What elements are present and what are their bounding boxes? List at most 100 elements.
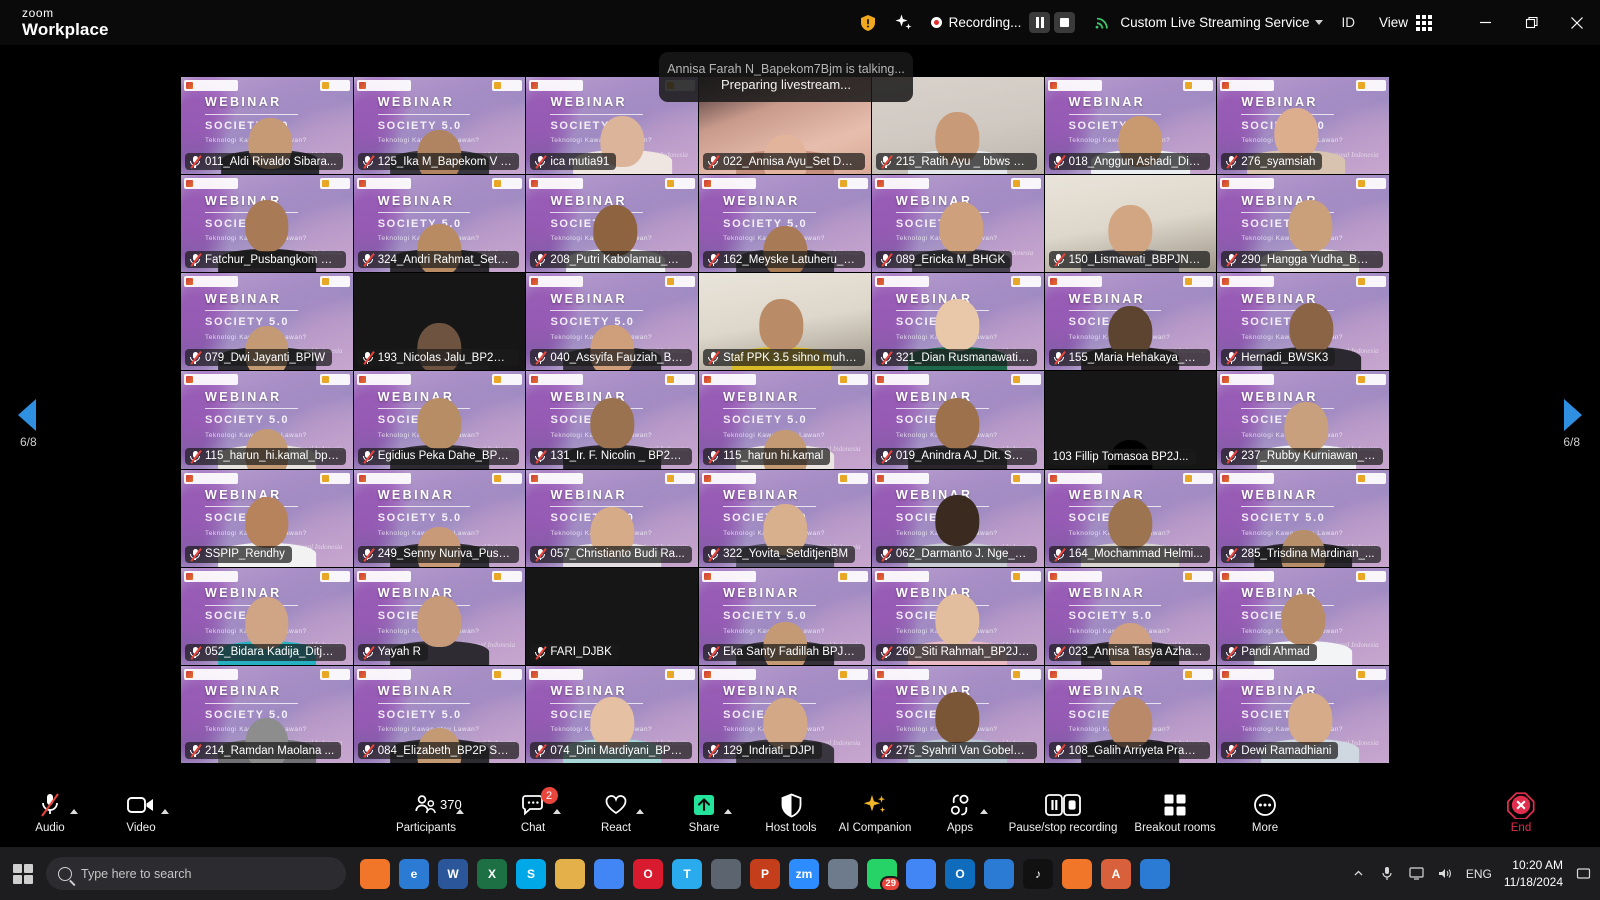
excel-taskbar-icon[interactable]: X xyxy=(477,858,507,889)
react-chevron-up-icon[interactable] xyxy=(636,809,644,814)
stop-recording-icon[interactable] xyxy=(1054,12,1076,33)
tray-clock[interactable]: 10:20 AM 11/18/2024 xyxy=(1504,857,1563,889)
participant-tile[interactable]: WEBINARSOCIETY 5.0Teknologi Kawan atau L… xyxy=(871,273,1044,371)
participant-tile[interactable]: WEBINARSOCIETY 5.0Teknologi Kawan atau L… xyxy=(181,175,353,273)
view-switcher[interactable]: View xyxy=(1379,14,1432,31)
participant-tile[interactable]: WEBINARSOCIETY 5.0Teknologi Kawan atau L… xyxy=(1044,273,1217,371)
chrome-2-taskbar-icon[interactable] xyxy=(906,858,936,889)
share-button[interactable]: Share xyxy=(662,791,746,843)
chrome-taskbar-icon[interactable] xyxy=(594,858,624,889)
react-button[interactable]: React xyxy=(574,791,658,843)
participant-tile[interactable]: WEBINARSOCIETY 5.0Teknologi Kawan atau L… xyxy=(181,469,353,567)
participant-tile[interactable]: WEBINARSOCIETY 5.0Teknologi Kawan atau L… xyxy=(1217,273,1389,371)
audio-button[interactable]: Audio xyxy=(8,791,92,843)
edge-3-taskbar-icon[interactable] xyxy=(1140,858,1170,889)
tray-language-label[interactable]: ENG xyxy=(1466,867,1492,881)
skype-taskbar-icon[interactable]: S xyxy=(516,858,546,889)
participant-tile[interactable]: WEBINARSOCIETY 5.0Teknologi Kawan atau L… xyxy=(1217,77,1389,175)
zoom-taskbar-icon[interactable]: zm xyxy=(789,858,819,889)
restore-icon[interactable] xyxy=(1508,0,1554,45)
participant-tile[interactable]: WEBINARSOCIETY 5.0Teknologi Kawan atau L… xyxy=(699,469,871,567)
shield-warning-icon[interactable] xyxy=(860,14,876,32)
participant-tile[interactable]: WEBINARSOCIETY 5.0Teknologi Kawan atau L… xyxy=(181,273,353,371)
pause-recording-icon[interactable] xyxy=(1029,12,1051,33)
telegram-taskbar-icon[interactable]: T xyxy=(672,858,702,889)
participant-tile[interactable]: WEBINARSOCIETY 5.0Teknologi Kawan atau L… xyxy=(871,665,1044,763)
windows-start-icon[interactable] xyxy=(0,863,46,884)
outlook-taskbar-icon[interactable]: O xyxy=(945,858,975,889)
participant-tile[interactable]: WEBINARSOCIETY 5.0Teknologi Kawan atau L… xyxy=(1217,567,1389,665)
participant-tile[interactable]: WEBINARSOCIETY 5.0Teknologi Kawan atau L… xyxy=(526,371,699,469)
participant-tile[interactable]: WEBINARSOCIETY 5.0Teknologi Kawan atau L… xyxy=(1217,371,1389,469)
participant-tile[interactable]: WEBINARSOCIETY 5.0Teknologi Kawan atau L… xyxy=(1044,469,1217,567)
tray-display-icon[interactable] xyxy=(1408,865,1425,882)
firefox-taskbar-icon[interactable] xyxy=(360,858,390,889)
word-taskbar-icon[interactable]: W xyxy=(438,858,468,889)
minimize-icon[interactable] xyxy=(1462,0,1508,45)
participant-tile[interactable]: WEBINARSOCIETY 5.0Teknologi Kawan atau L… xyxy=(699,175,871,273)
opera-gx-taskbar-icon[interactable]: O xyxy=(633,858,663,889)
participant-tile[interactable]: WEBINARSOCIETY 5.0Teknologi Kawan atau L… xyxy=(526,273,699,371)
photos-taskbar-icon[interactable] xyxy=(828,858,858,889)
whatsapp-taskbar-icon[interactable]: 29 xyxy=(867,858,901,892)
participant-tile[interactable]: WEBINARSOCIETY 5.0Teknologi Kawan atau L… xyxy=(526,469,699,567)
search-input[interactable]: Type here to search xyxy=(46,857,346,890)
chat-button[interactable]: 2 Chat xyxy=(491,787,575,843)
ai-companion-button[interactable]: AI Companion xyxy=(833,791,917,843)
participant-tile[interactable]: WEBINARSOCIETY 5.0Teknologi Kawan atau L… xyxy=(526,665,699,763)
edge-old-taskbar-icon[interactable]: e xyxy=(399,858,429,889)
participant-tile[interactable]: WEBINARSOCIETY 5.0Teknologi Kawan atau L… xyxy=(1217,469,1389,567)
close-icon[interactable] xyxy=(1554,0,1600,45)
participant-tile[interactable]: WEBINARSOCIETY 5.0Teknologi Kawan atau L… xyxy=(699,665,871,763)
participant-tile[interactable]: WEBINARSOCIETY 5.0Teknologi Kawan atau L… xyxy=(353,175,526,273)
participant-tile[interactable]: 150_Lismawati_BBPJN JA... xyxy=(1044,175,1217,273)
tray-volume-icon[interactable] xyxy=(1437,865,1454,882)
share-chevron-up-icon[interactable] xyxy=(724,809,732,814)
participant-tile[interactable]: WEBINARSOCIETY 5.0Teknologi Kawan atau L… xyxy=(1217,175,1389,273)
explorer-taskbar-icon[interactable] xyxy=(555,858,585,889)
more-button[interactable]: More xyxy=(1223,791,1307,843)
meeting-id-button[interactable]: ID xyxy=(1341,15,1355,30)
participant-tile[interactable]: WEBINARSOCIETY 5.0Teknologi Kawan atau L… xyxy=(1217,665,1389,763)
powerpoint-taskbar-icon[interactable]: P xyxy=(750,858,780,889)
participant-tile[interactable]: WEBINARSOCIETY 5.0Teknologi Kawan atau L… xyxy=(181,371,353,469)
firefox-2-taskbar-icon[interactable] xyxy=(1062,858,1092,889)
participant-tile[interactable]: WEBINARSOCIETY 5.0Teknologi Kawan atau L… xyxy=(1044,77,1217,175)
calculator-taskbar-icon[interactable] xyxy=(711,858,741,889)
apps-chevron-up-icon[interactable] xyxy=(980,809,988,814)
participant-tile[interactable]: WEBINARSOCIETY 5.0Teknologi Kawan atau L… xyxy=(353,665,526,763)
video-chevron-up-icon[interactable] xyxy=(161,809,169,814)
pause-recording-button[interactable]: Pause/stop recording xyxy=(1009,791,1117,843)
apps-button[interactable]: Apps xyxy=(918,791,1002,843)
participant-tile[interactable]: WEBINARSOCIETY 5.0Teknologi Kawan atau L… xyxy=(1044,567,1217,665)
participant-tile[interactable]: WEBINARSOCIETY 5.0Teknologi Kawan atau L… xyxy=(181,567,353,665)
participant-tile[interactable]: WEBINARSOCIETY 5.0Teknologi Kawan atau L… xyxy=(871,371,1044,469)
participant-tile[interactable]: FARI_DJBK xyxy=(526,567,699,665)
participant-tile[interactable]: WEBINARSOCIETY 5.0Teknologi Kawan atau L… xyxy=(181,665,353,763)
end-button[interactable]: End xyxy=(1479,791,1563,843)
page-next-arrow[interactable] xyxy=(1564,399,1582,431)
tiktok-taskbar-icon[interactable]: ♪ xyxy=(1023,858,1053,889)
audio-chevron-up-icon[interactable] xyxy=(70,809,78,814)
recording-status-group[interactable]: Recording... xyxy=(930,12,1080,33)
participant-tile[interactable]: WEBINARSOCIETY 5.0Teknologi Kawan atau L… xyxy=(871,175,1044,273)
participant-tile[interactable]: 193_Nicolas Jalu_BP2P N... xyxy=(353,273,526,371)
participant-tile[interactable]: WEBINARSOCIETY 5.0Teknologi Kawan atau L… xyxy=(699,567,871,665)
edge-taskbar-icon[interactable] xyxy=(984,858,1014,889)
participants-chevron-up-icon[interactable] xyxy=(456,809,464,814)
participants-button[interactable]: 370 Participants xyxy=(384,791,468,843)
show-hidden-icons-icon[interactable] xyxy=(1350,865,1367,882)
participant-tile[interactable]: WEBINARSOCIETY 5.0Teknologi Kawan atau L… xyxy=(353,567,526,665)
host-tools-button[interactable]: Host tools xyxy=(749,791,833,843)
participant-tile[interactable]: WEBINARSOCIETY 5.0Teknologi Kawan atau L… xyxy=(181,77,353,175)
participant-tile[interactable]: WEBINARSOCIETY 5.0Teknologi Kawan atau L… xyxy=(871,567,1044,665)
participant-tile[interactable]: WEBINARSOCIETY 5.0Teknologi Kawan atau L… xyxy=(699,371,871,469)
participant-tile[interactable]: WEBINARSOCIETY 5.0Teknologi Kawan atau L… xyxy=(353,77,526,175)
breakout-rooms-button[interactable]: Breakout rooms xyxy=(1133,791,1217,843)
participant-tile[interactable]: WEBINARSOCIETY 5.0Teknologi Kawan atau L… xyxy=(353,371,526,469)
grid-view-icon[interactable] xyxy=(1416,14,1432,31)
chevron-down-icon[interactable] xyxy=(1315,20,1324,25)
video-button[interactable]: Video xyxy=(99,791,183,843)
participant-tile[interactable]: 103 Fillip Tomasoa BP2J... xyxy=(1044,371,1217,469)
page-prev-arrow[interactable] xyxy=(18,399,36,431)
